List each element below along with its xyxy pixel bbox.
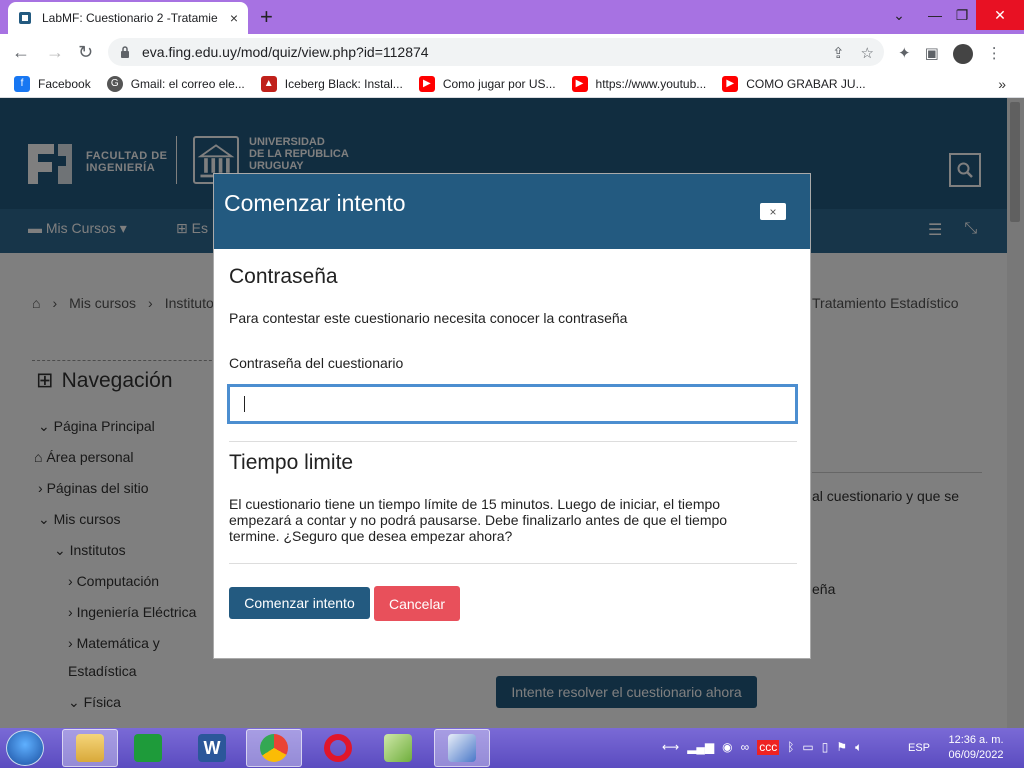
file-explorer-icon (76, 734, 104, 762)
text-caret (244, 396, 245, 412)
bookmark-facebook[interactable]: f Facebook (14, 75, 91, 92)
reload-icon[interactable]: ↻ (78, 42, 93, 63)
facebook-icon: f (14, 75, 30, 92)
bluetooth-tray-icon[interactable]: ⟷ (662, 740, 679, 755)
youtube-icon: ▶ (418, 75, 435, 92)
clock-time: 12:36 a. m. (948, 734, 1004, 746)
opera-icon (324, 734, 352, 762)
menu-icon[interactable]: ⋮ (987, 44, 1002, 64)
clock-date: 06/09/2022 (948, 749, 1004, 761)
minimize-button[interactable]: — (920, 0, 950, 30)
modal-divider (229, 441, 797, 442)
browser-tab-strip: LabMF: Cuestionario 2 -Tratamie × + ⌄ — … (0, 0, 1024, 34)
bookmarks-overflow-button[interactable]: » (998, 76, 1006, 92)
system-tray: ⟷ ▂▄▆ ◉ ∞ ccc ᛒ ▭ ▯ ⚑ 🔈︎ (662, 740, 862, 755)
password-heading: Contraseña (229, 265, 338, 288)
tab-title: LabMF: Cuestionario 2 -Tratamie (42, 11, 218, 25)
taskbar-chrome[interactable] (246, 729, 302, 767)
language-indicator[interactable]: ESP (908, 742, 930, 754)
password-description: Para contestar este cuestionario necesit… (229, 310, 628, 326)
restore-button[interactable]: ❐ (948, 0, 976, 30)
bookmarks-bar: f Facebook G Gmail: el correo ele... ▲ I… (0, 70, 1024, 98)
taskbar-pencil-app[interactable] (370, 729, 426, 767)
system-clock[interactable]: 12:36 a. m. 06/09/2022 (942, 733, 1010, 763)
youtube-icon: ▶ (571, 75, 588, 92)
share-icon[interactable]: ⇪ (832, 44, 845, 62)
moodle-favicon-icon (19, 12, 31, 24)
chrome-icon (260, 734, 288, 762)
youtube-icon: ▶ (722, 75, 739, 92)
battery-icon[interactable]: ▯ (822, 740, 829, 755)
forward-icon[interactable]: → (46, 42, 64, 63)
bookmark-iceberg[interactable]: ▲ Iceberg Black: Instal... (260, 75, 403, 92)
bookmark-youtube-3[interactable]: ▶ COMO GRABAR JU... (722, 75, 866, 92)
page-content: FACULTAD DE INGENIERÍA UNIVERSIDAD DE LA… (0, 98, 1024, 728)
bluetooth-icon[interactable]: ᛒ (787, 740, 794, 755)
side-panel-icon[interactable]: ▣ (925, 44, 939, 64)
signal-icon[interactable]: ▂▄▆ (687, 740, 714, 755)
bookmark-youtube-2[interactable]: ▶ https://www.youtub... (571, 75, 706, 92)
iceberg-icon: ▲ (260, 75, 277, 92)
tab-close-icon[interactable]: × (230, 10, 238, 26)
profile-avatar-icon[interactable] (952, 44, 973, 64)
time-limit-heading: Tiempo limite (229, 451, 354, 474)
extensions-icon[interactable]: ✦ (898, 44, 911, 64)
windows-taskbar: W ⟷ ▂▄▆ ◉ ∞ ccc ᛒ ▭ ▯ ⚑ 🔈︎ ESP 12:36 a. … (0, 728, 1024, 768)
start-attempt-modal: Comenzar intento × Contraseña Para conte… (213, 173, 811, 659)
ccc-icon[interactable]: ccc (757, 740, 780, 755)
network-app-icon (448, 734, 476, 762)
antivirus-icon[interactable]: ◉ (722, 740, 732, 755)
flag-icon[interactable]: ⚑ (836, 740, 847, 755)
monitor-icon[interactable]: ▭ (802, 740, 813, 755)
cancel-button[interactable]: Cancelar (374, 586, 460, 621)
modal-header: Comenzar intento × (214, 174, 810, 249)
back-icon[interactable]: ← (12, 42, 30, 63)
window-close-button[interactable]: ✕ (976, 0, 1024, 30)
pencil-app-icon (384, 734, 412, 762)
tab-search-button[interactable]: ⌄ (884, 0, 914, 30)
lock-icon (121, 46, 129, 58)
modal-close-button[interactable]: × (760, 203, 786, 220)
taskbar-opera[interactable] (310, 729, 366, 767)
volume-icon[interactable]: 🔈︎ (855, 740, 862, 755)
start-attempt-button[interactable]: Comenzar intento (229, 587, 370, 619)
address-bar[interactable]: eva.fing.edu.uy/mod/quiz/view.php?id=112… (108, 38, 884, 66)
store-icon (134, 734, 162, 762)
link-icon[interactable]: ∞ (741, 740, 750, 755)
word-icon: W (198, 734, 226, 762)
time-limit-description: El cuestionario tiene un tiempo límite d… (229, 496, 728, 544)
quiz-password-input[interactable] (227, 384, 798, 424)
browser-toolbar: ← → ↻ eva.fing.edu.uy/mod/quiz/view.php?… (0, 34, 1024, 70)
new-tab-button[interactable]: + (260, 6, 273, 28)
password-field-label: Contraseña del cuestionario (229, 355, 404, 371)
start-button[interactable] (6, 730, 44, 766)
taskbar-store[interactable] (120, 729, 176, 767)
modal-divider-2 (229, 563, 797, 564)
bookmark-gmail[interactable]: G Gmail: el correo ele... (106, 75, 245, 92)
taskbar-word[interactable]: W (184, 729, 240, 767)
browser-tab[interactable]: LabMF: Cuestionario 2 -Tratamie × (8, 2, 248, 34)
bookmark-star-icon[interactable]: ☆ (861, 44, 874, 62)
url-text: eva.fing.edu.uy/mod/quiz/view.php?id=112… (142, 44, 429, 60)
taskbar-network-app[interactable] (434, 729, 490, 767)
taskbar-file-explorer[interactable] (62, 729, 118, 767)
google-icon: G (106, 75, 123, 92)
bookmark-youtube-1[interactable]: ▶ Como jugar por US... (418, 75, 556, 92)
modal-title: Comenzar intento (224, 190, 406, 216)
